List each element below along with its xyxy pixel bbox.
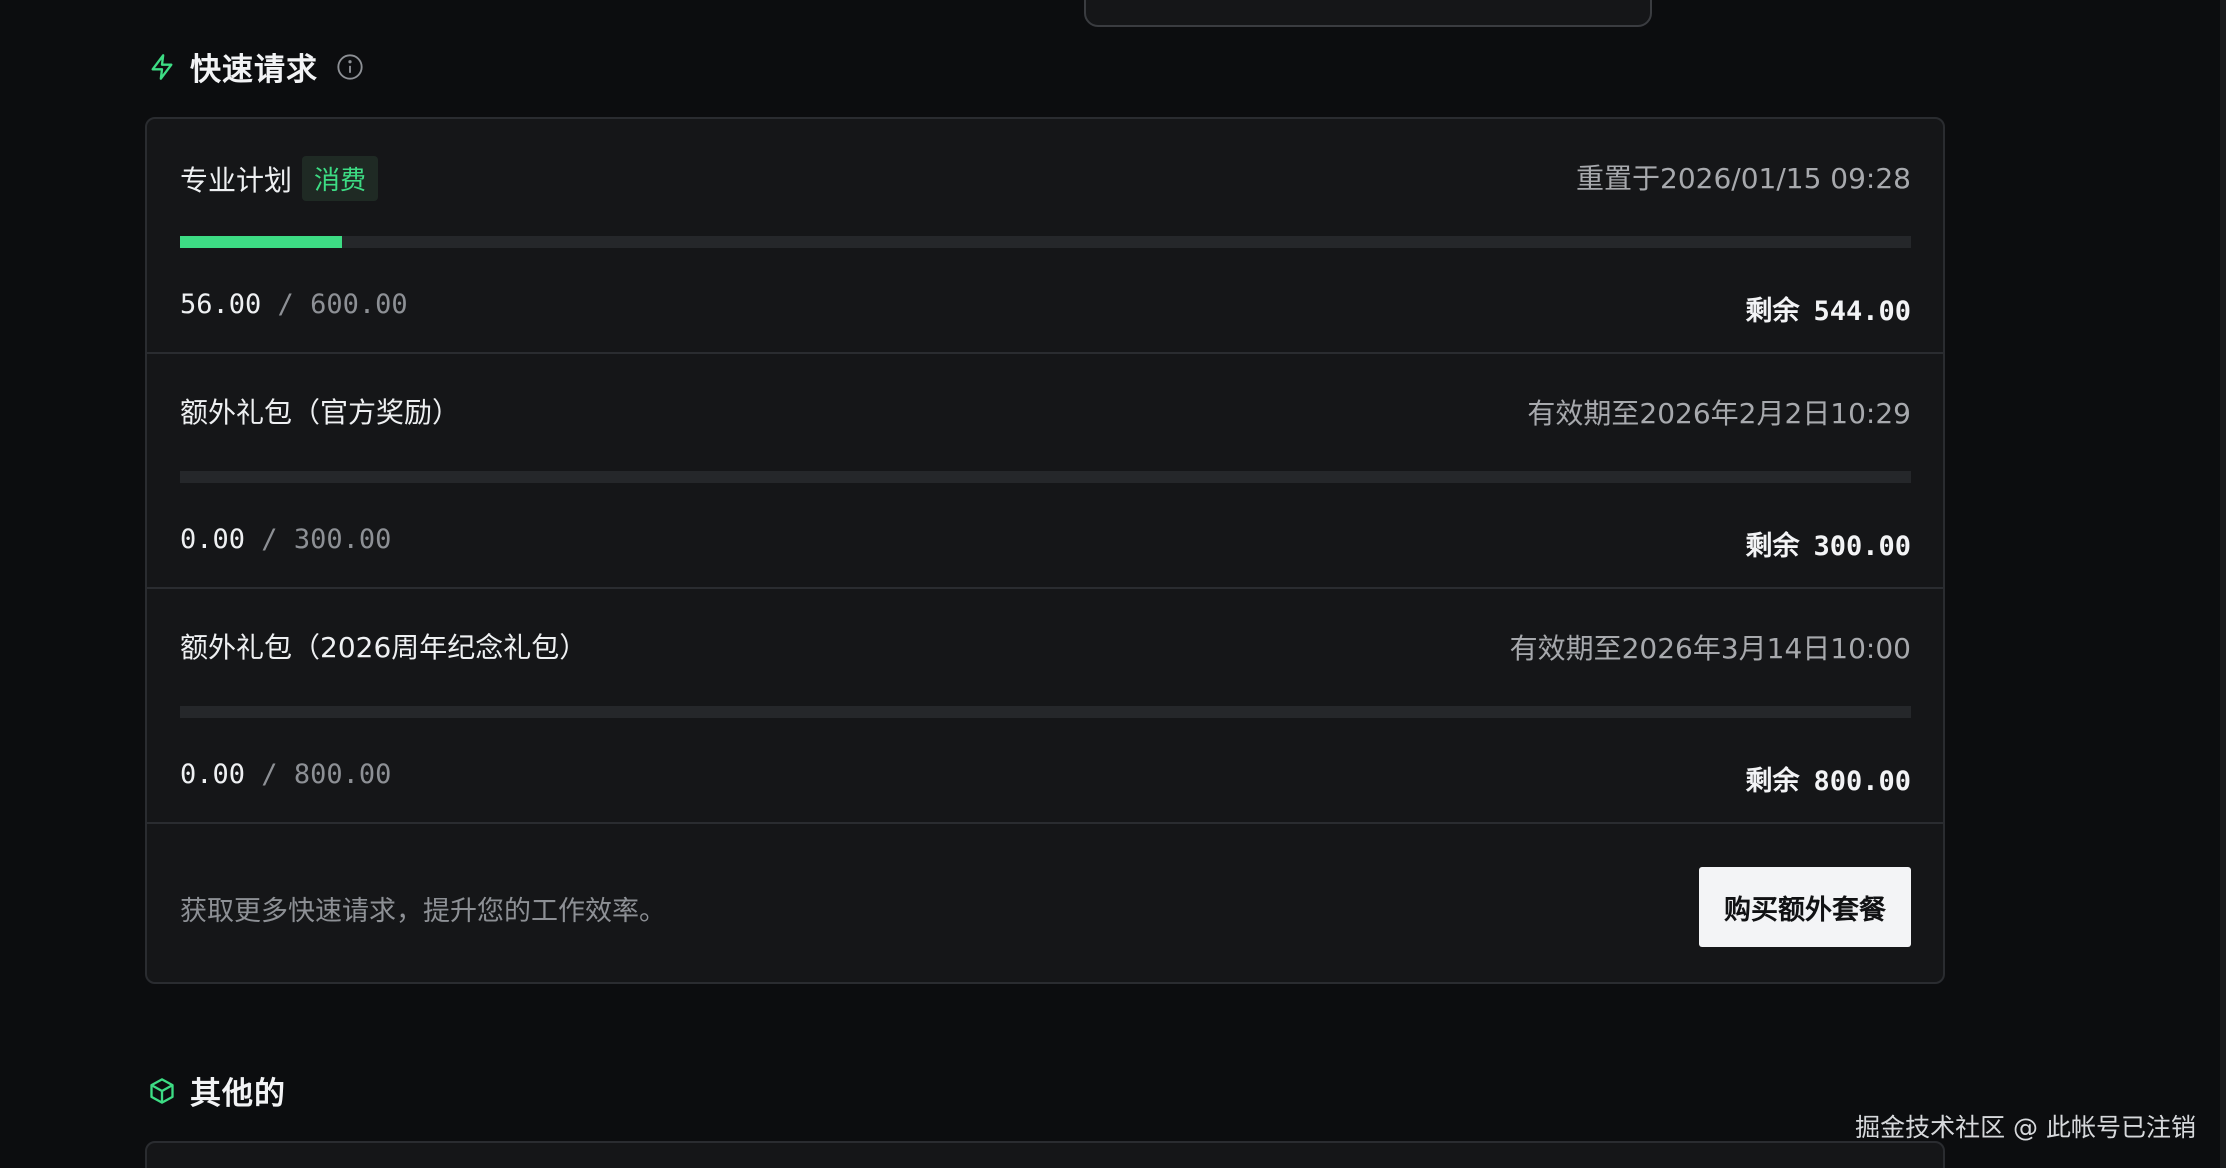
reset-date: 重置于2026/01/15 09:28 bbox=[1576, 162, 1911, 195]
progress-bar bbox=[180, 471, 1911, 483]
remaining-value: 剩余 300.00 bbox=[1745, 531, 1911, 562]
lightning-icon bbox=[148, 53, 176, 81]
scrollbar[interactable] bbox=[2220, 0, 2226, 1168]
quota-card: 专业计划 消费 重置于2026/01/15 09:28 56.00 / 600.… bbox=[145, 117, 1945, 984]
other-heading: 其他的 bbox=[148, 1068, 286, 1113]
section-title: 其他的 bbox=[190, 1076, 286, 1112]
quota-row-official-bonus: 额外礼包（官方奖励） 有效期至2026年2月2日10:29 0.00 / 300… bbox=[147, 354, 1943, 589]
card-footer: 获取更多快速请求，提升您的工作效率。 购买额外套餐 bbox=[147, 824, 1943, 982]
quota-row-anniversary-bonus: 额外礼包（2026周年纪念礼包） 有效期至2026年3月14日10:00 0.0… bbox=[147, 589, 1943, 824]
page: 快速请求 专业计划 消费 重置于2026/01/15 09:28 56.00 /… bbox=[0, 0, 2226, 1168]
consumption-badge: 消费 bbox=[302, 156, 379, 201]
expiry-date: 有效期至2026年3月14日10:00 bbox=[1509, 632, 1911, 665]
top-bar-remnant bbox=[1084, 0, 1652, 27]
progress-bar bbox=[180, 236, 1911, 248]
watermark: 掘金技术社区 @ 此帐号已注销 bbox=[1855, 1113, 2196, 1142]
remaining-value: 剩余 800.00 bbox=[1745, 766, 1911, 797]
expiry-date: 有效期至2026年2月2日10:29 bbox=[1527, 397, 1911, 430]
quota-row-pro: 专业计划 消费 重置于2026/01/15 09:28 56.00 / 600.… bbox=[147, 119, 1943, 354]
info-icon[interactable] bbox=[336, 53, 364, 81]
buy-extra-package-button[interactable]: 购买额外套餐 bbox=[1699, 867, 1911, 947]
progress-fill bbox=[180, 236, 342, 248]
footer-hint: 获取更多快速请求，提升您的工作效率。 bbox=[180, 896, 666, 927]
usage-value: 0.00 / 800.00 bbox=[180, 759, 392, 790]
quota-title: 额外礼包（2026周年纪念礼包） bbox=[180, 631, 588, 664]
cube-icon bbox=[148, 1077, 176, 1105]
other-card bbox=[145, 1141, 1945, 1168]
quick-requests-heading: 快速请求 bbox=[148, 44, 364, 89]
section-title: 快速请求 bbox=[190, 52, 318, 88]
remaining-value: 剩余 544.00 bbox=[1745, 296, 1911, 327]
progress-bar bbox=[180, 706, 1911, 718]
usage-value: 56.00 / 600.00 bbox=[180, 289, 408, 320]
quota-title: 专业计划 bbox=[180, 163, 293, 197]
usage-value: 0.00 / 300.00 bbox=[180, 524, 392, 555]
quota-title: 额外礼包（官方奖励） bbox=[180, 396, 461, 429]
